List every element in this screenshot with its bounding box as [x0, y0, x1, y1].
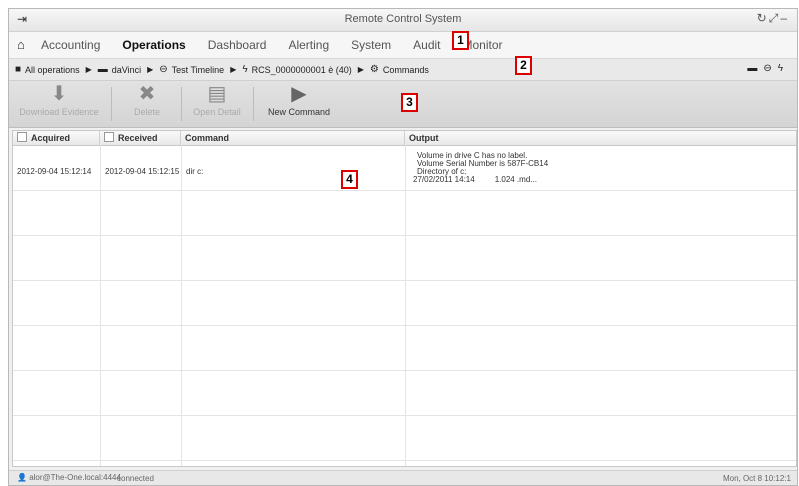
breadcrumb-label: RCS_0000000001 è (40) — [251, 64, 352, 75]
folder-icon: ▬ — [97, 64, 108, 75]
breadcrumb-item[interactable]: ⊖ Test Timeline — [159, 64, 224, 75]
breadcrumb-item[interactable]: ⚙ Commands — [370, 64, 429, 75]
user-indicator: 👤 alor@The-One.local:4444 — [17, 473, 121, 482]
header-label: Received — [118, 133, 158, 143]
received-cell: 2012-09-04 15:12:15 — [105, 167, 180, 176]
breadcrumb-label: Test Timeline — [171, 64, 225, 75]
row-divider — [13, 415, 796, 416]
folder-icon[interactable]: ▬ — [747, 63, 763, 74]
table-row[interactable]: 2012-09-04 15:12:14 2012-09-04 15:12:15 … — [13, 146, 796, 190]
download-icon: ⬇ — [50, 83, 68, 105]
breadcrumb: ■ All operations ▶ ▬ daVinci ▶ ⊖ Test Timeline ▶… — [9, 59, 797, 81]
row-divider — [13, 325, 796, 326]
column-divider — [181, 145, 182, 466]
clock: Mon, Oct 8 10:12:1 — [722, 474, 791, 483]
open-detail-label: Open Detail — [193, 107, 241, 117]
callout-2: 2 — [515, 56, 532, 75]
app-window: ⇥ Remote Control System ↻⤢– ⌂ Accounting… — [8, 8, 798, 486]
row-divider — [13, 280, 796, 281]
user-label: alor@The-One.local:4444 — [29, 473, 121, 482]
connection-status: connected — [117, 474, 154, 483]
breadcrumb-item[interactable]: ■ All operations — [15, 64, 80, 75]
output-line: 27/02/2011 14:14 1.024 .md... — [413, 175, 537, 184]
breadcrumb-label: All operations — [25, 64, 80, 75]
breadcrumb-separator-icon: ▶ — [147, 65, 154, 74]
column-header-output[interactable]: Output — [405, 131, 796, 145]
breadcrumb-actions: ▬⊖ϟ — [747, 63, 789, 74]
window-controls: ↻⤢– — [757, 11, 789, 26]
detail-icon: ▤ — [207, 83, 227, 105]
row-divider — [13, 190, 796, 191]
delete-label: Delete — [133, 107, 160, 117]
callout-3: 3 — [401, 93, 418, 112]
row-divider — [13, 235, 796, 236]
resize-icon[interactable]: ⤢ — [769, 11, 781, 25]
delete-button[interactable]: ✖ Delete — [117, 81, 177, 127]
checkbox[interactable] — [104, 132, 114, 142]
menu-item-dashboard[interactable]: Dashboard — [208, 38, 267, 52]
callout-1: 1 — [452, 31, 469, 50]
callout-4: 4 — [341, 170, 358, 189]
column-header-command[interactable]: Command — [181, 131, 405, 145]
menu-item-audit[interactable]: Audit — [413, 38, 440, 52]
minimize-icon[interactable]: – — [780, 11, 789, 25]
agent-icon[interactable]: ϟ — [778, 63, 789, 74]
user-icon: 👤 — [17, 473, 27, 482]
row-divider — [13, 370, 796, 371]
header-label: Output — [409, 133, 439, 143]
column-header-received[interactable]: Received — [100, 131, 181, 145]
target-icon[interactable]: ⊖ — [763, 63, 777, 74]
download-evidence-button[interactable]: ⬇ Download Evidence — [9, 81, 109, 127]
breadcrumb-label: Commands — [382, 64, 429, 75]
main-menu: ⌂ Accounting Operations Dashboard Alerting S… — [9, 32, 797, 59]
command-cell: dir c: — [186, 167, 204, 176]
agent-icon: ϟ — [242, 64, 248, 75]
column-header-acquired[interactable]: Acquired — [13, 131, 100, 145]
status-bar: 👤 alor@The-One.local:4444 connected Mon,… — [9, 470, 797, 485]
row-divider — [13, 460, 796, 461]
gear-icon: ⚙ — [369, 64, 379, 75]
output-cell: Volume in drive C has no label. Volume S… — [413, 152, 548, 184]
breadcrumb-separator-icon: ▶ — [85, 65, 92, 74]
breadcrumb-label: daVinci — [111, 64, 142, 75]
menu-item-system[interactable]: System — [351, 38, 391, 52]
download-evidence-label: Download Evidence — [19, 107, 99, 117]
column-divider — [405, 145, 406, 466]
close-icon: ✖ — [138, 83, 156, 105]
breadcrumb-separator-icon: ▶ — [357, 65, 364, 74]
breadcrumb-item[interactable]: ▬ daVinci — [98, 64, 141, 75]
checkbox[interactable] — [17, 132, 27, 142]
commands-table: Acquired Received Command Output 2012-09… — [12, 130, 797, 467]
play-icon: ▶ — [291, 83, 307, 105]
refresh-icon[interactable]: ↻ — [757, 11, 769, 25]
target-icon: ⊖ — [159, 64, 168, 75]
table-header: Acquired Received Command Output — [13, 131, 796, 146]
toolbar-separator — [253, 87, 254, 121]
home-icon[interactable]: ⌂ — [17, 37, 25, 52]
new-command-button[interactable]: ▶ New Command — [261, 81, 337, 127]
toolbar-separator — [111, 87, 112, 121]
window-title: Remote Control System — [344, 13, 462, 25]
header-label: Command — [185, 133, 230, 143]
breadcrumb-separator-icon: ▶ — [230, 65, 237, 74]
new-command-label: New Command — [267, 107, 331, 117]
column-divider — [100, 145, 101, 466]
toolbar-separator — [181, 87, 182, 121]
menu-item-alerting[interactable]: Alerting — [288, 38, 329, 52]
operations-icon: ■ — [15, 64, 22, 75]
menu-item-operations[interactable]: Operations — [122, 38, 185, 52]
acquired-cell: 2012-09-04 15:12:14 — [17, 167, 92, 176]
breadcrumb-item[interactable]: ϟ RCS_0000000001 è (40) — [242, 64, 351, 75]
open-detail-button[interactable]: ▤ Open Detail — [185, 81, 249, 127]
header-label: Acquired — [31, 133, 71, 143]
title-bar: ⇥ Remote Control System ↻⤢– — [9, 9, 797, 32]
menu-item-accounting[interactable]: Accounting — [41, 38, 100, 52]
breadcrumb-items: ■ All operations ▶ ▬ daVinci ▶ ⊖ Test Timeline ▶… — [9, 64, 429, 75]
